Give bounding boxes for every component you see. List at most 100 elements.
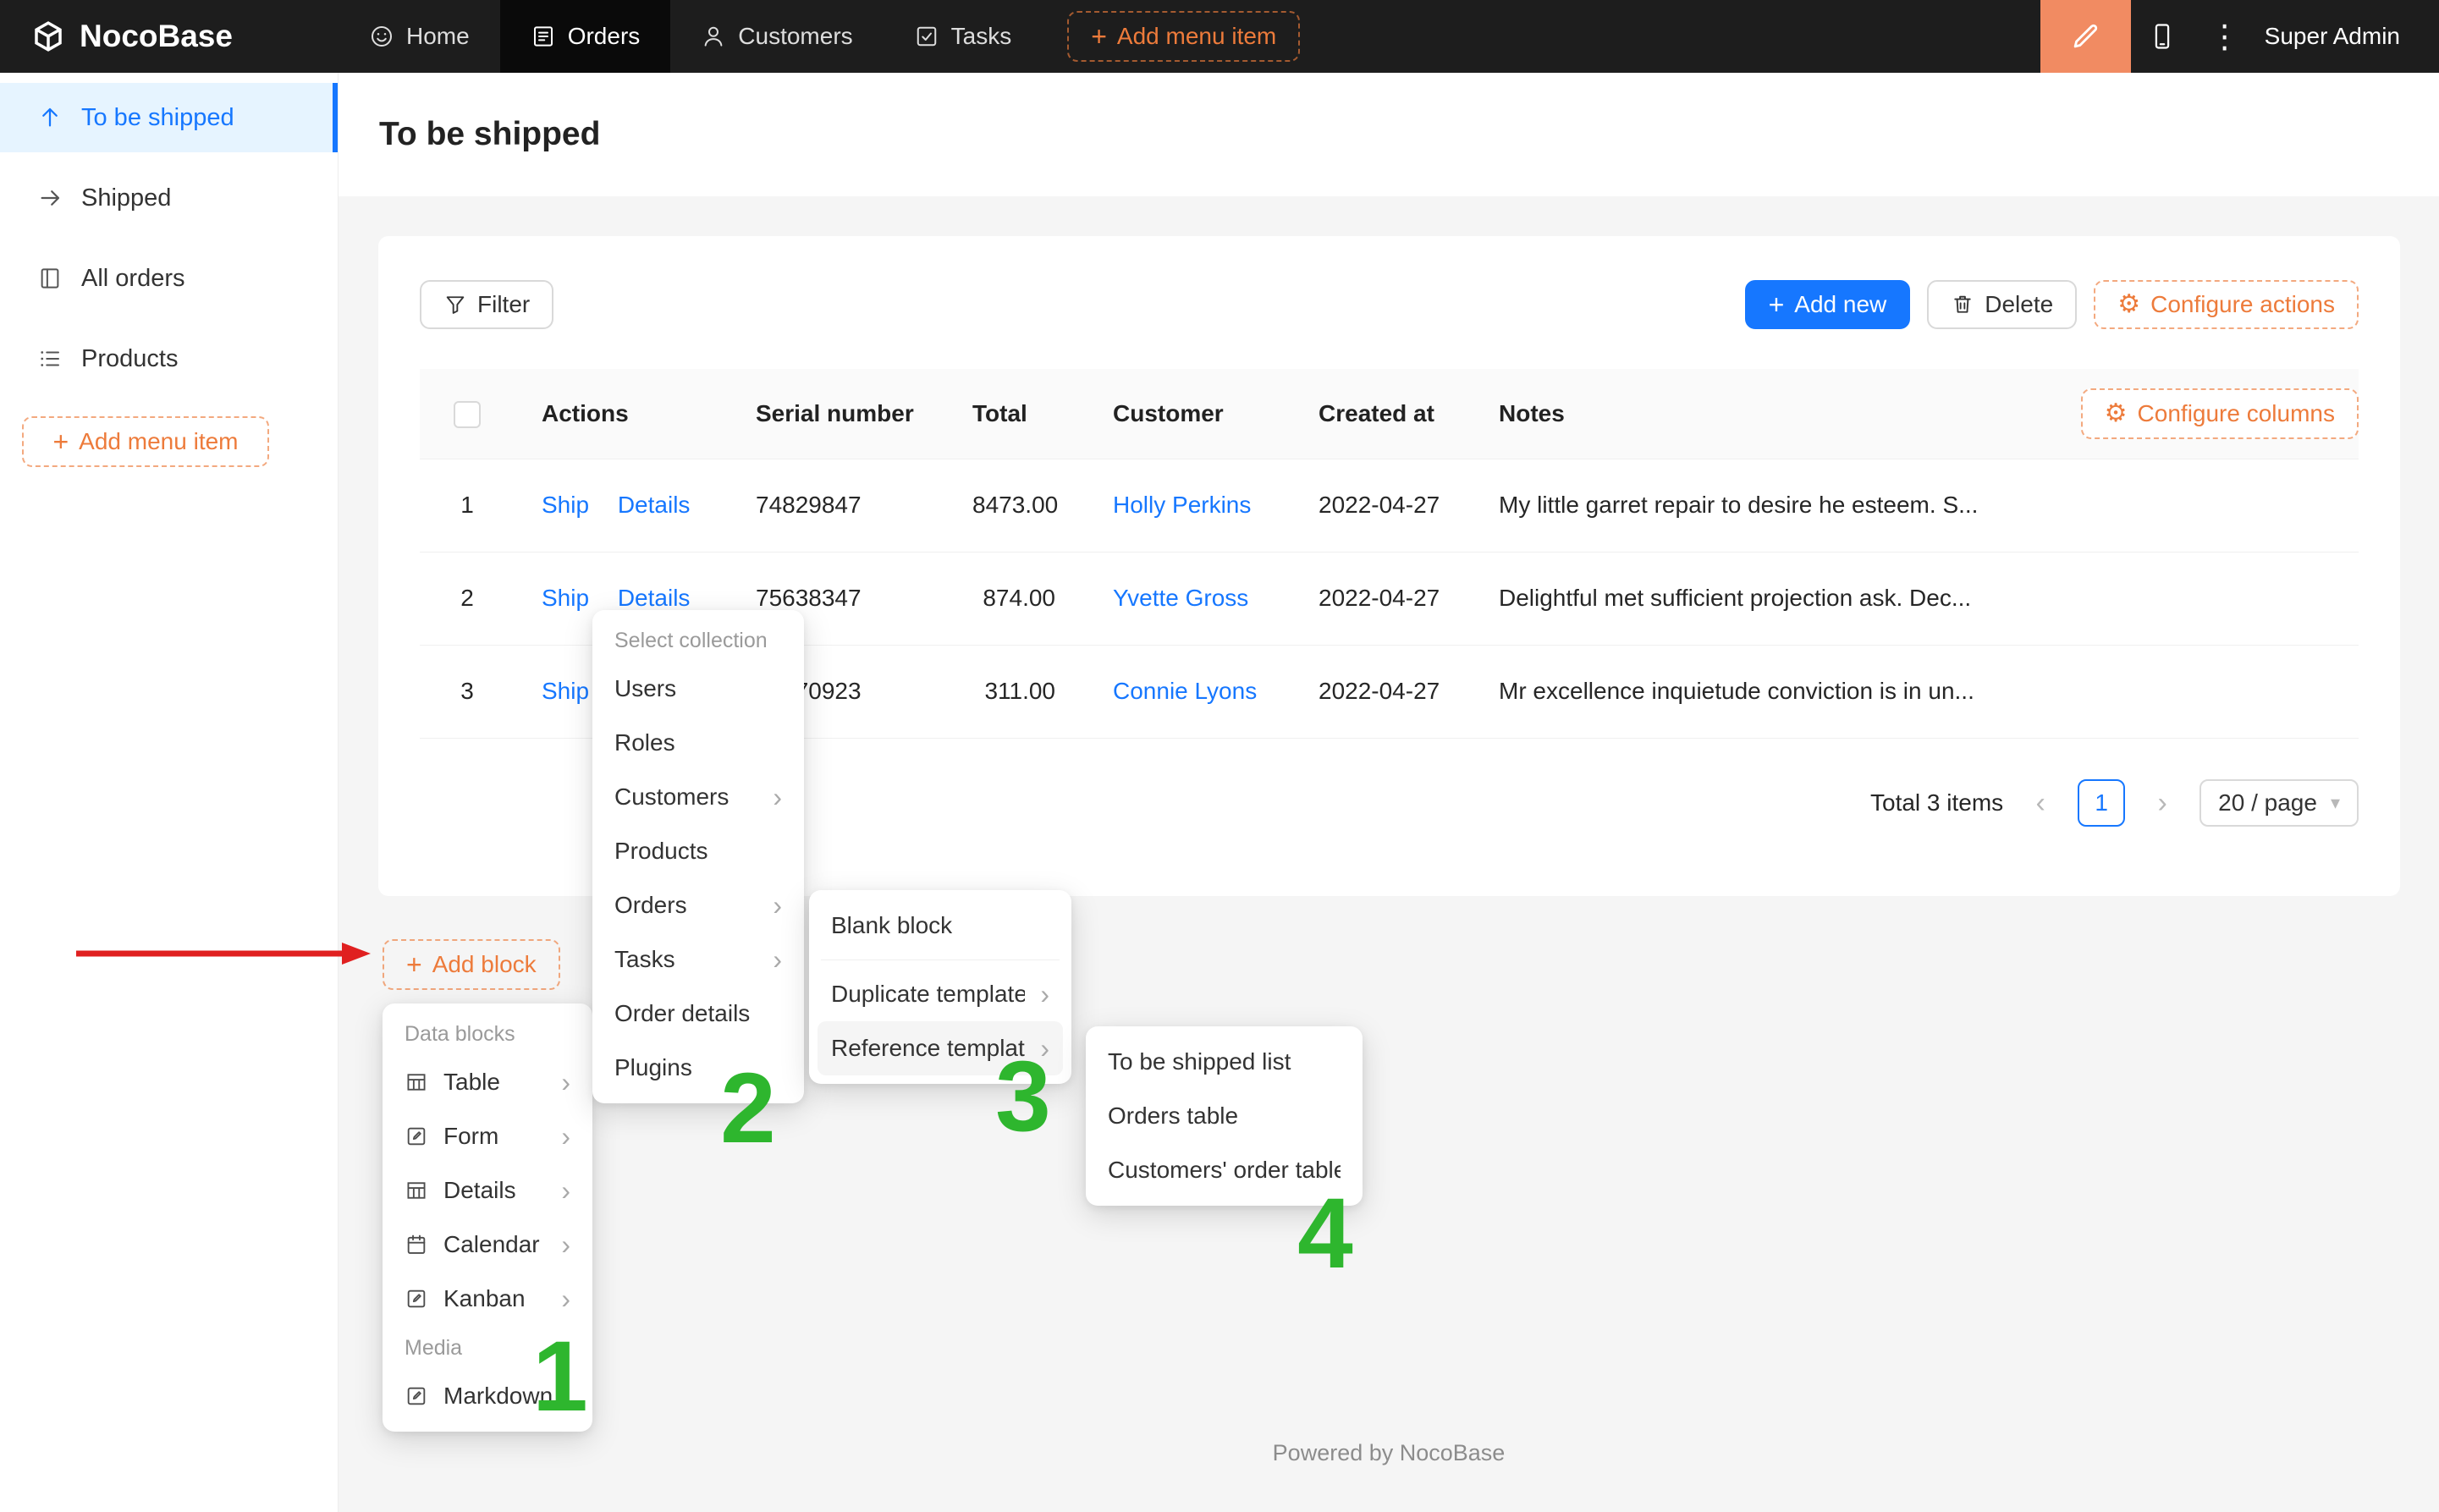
sidebar-add-menu-item-label: Add menu item [79,428,238,455]
header-total: Total [945,369,1086,459]
prev-page-button[interactable]: ‹ [2017,779,2064,827]
chevron-right-icon: › [773,946,782,973]
check-square-icon [914,24,939,49]
topbar-add-menu-item-button[interactable]: + Add menu item [1067,11,1300,62]
menu-group-data-blocks: Data blocks [391,1012,584,1055]
customer-link[interactable]: Connie Lyons [1113,678,1257,704]
menu-item-kanban[interactable]: Kanban › [391,1272,584,1326]
nav-item-customers[interactable]: Customers [670,0,883,73]
more-actions-button[interactable]: ⋮ [2194,0,2256,73]
current-page-button[interactable]: 1 [2078,779,2125,827]
sidebar-label-to-be-shipped: To be shipped [81,104,234,132]
chevron-right-icon: › [773,783,782,811]
menu-item-blank-block[interactable]: Blank block [818,899,1063,953]
filter-button[interactable]: Filter [420,280,553,329]
nav-label-customers: Customers [738,23,852,50]
filter-icon [443,293,467,316]
sidebar-add-menu-item-button[interactable]: + Add menu item [22,416,269,467]
menu-item-table[interactable]: Table › [391,1055,584,1109]
page-size-select[interactable]: 20 / page ▾ [2200,779,2359,827]
cell-created-at: 2022-04-27 [1291,459,1472,552]
table-header-row: Actions Serial number Total Customer Cre… [420,369,2359,459]
menu-item-form[interactable]: Form › [391,1109,584,1163]
toolbar-right: + Add new Delete ⚙ Configure actions [1745,280,2359,329]
select-collection-menu: Select collection Users Roles Customers … [592,610,804,1103]
logo[interactable]: NocoBase [0,19,339,54]
footer-text: Powered by NocoBase [339,1440,2439,1466]
arrow-right-icon [37,185,63,211]
chevron-right-icon: › [561,1231,570,1258]
cell-created-at: 2022-04-27 [1291,645,1472,738]
menu-item-order-details[interactable]: Order details [601,987,796,1041]
sidebar-item-all-orders[interactable]: All orders [0,244,338,313]
topbar-add-menu-item-label: Add menu item [1117,23,1276,50]
menu-item-orders-table[interactable]: Orders table [1094,1089,1354,1143]
nav-label-tasks: Tasks [951,23,1012,50]
table-icon [405,1070,428,1094]
ui-editor-button[interactable] [2040,0,2131,73]
menu-item-to-be-shipped-list[interactable]: To be shipped list [1094,1035,1354,1089]
sidebar: To be shipped Shipped All orders Product… [0,73,339,1512]
sidebar-label-shipped: Shipped [81,184,171,212]
customer-link[interactable]: Yvette Gross [1113,585,1248,611]
menu-item-products[interactable]: Products [601,824,796,878]
sidebar-item-shipped[interactable]: Shipped [0,163,338,233]
nav-label-home: Home [406,23,470,50]
add-new-button[interactable]: + Add new [1745,280,1911,329]
pagination-total: Total 3 items [1870,789,2003,816]
vertical-dots-icon: ⋮ [2209,18,2241,56]
highlighter-icon [2069,20,2101,52]
cell-total: 311.00 [945,645,1086,738]
logo-cube-icon [30,19,66,54]
menu-item-tasks[interactable]: Tasks › [601,932,796,987]
arrow-up-icon [37,105,63,130]
ship-action-link[interactable]: Ship [542,678,589,704]
page-header: To be shipped [339,73,2439,196]
chevron-right-icon: › [773,892,782,919]
details-action-link[interactable]: Details [618,585,691,611]
edit-square-icon [405,1287,428,1311]
add-block-button[interactable]: + Add block [383,939,560,990]
nav-item-orders[interactable]: Orders [500,0,671,73]
ship-action-link[interactable]: Ship [542,492,589,518]
menu-item-roles[interactable]: Roles [601,716,796,770]
caret-down-icon: ▾ [2331,792,2340,814]
nocobase-app: NocoBase Home Orders Customers Tasks + A… [0,0,2439,1512]
configure-actions-button[interactable]: ⚙ Configure actions [2094,280,2359,329]
menu-item-details[interactable]: Details › [391,1163,584,1218]
annotation-step-2: 2 [720,1058,776,1158]
list-icon [37,346,63,371]
page-size-value: 20 / page [2218,789,2317,816]
menu-item-orders[interactable]: Orders › [601,878,796,932]
user-menu[interactable]: Super Admin [2265,23,2400,50]
add-new-label: Add new [1794,291,1886,318]
logo-text: NocoBase [80,19,233,54]
configure-columns-button[interactable]: ⚙ Configure columns [2081,388,2359,439]
pagination: Total 3 items ‹ 1 › 20 / page ▾ [1870,779,2359,827]
chevron-right-icon: › [561,1123,570,1150]
top-nav: Home Orders Customers Tasks [339,0,1042,73]
configure-actions-label: Configure actions [2150,291,2335,318]
ship-action-link[interactable]: Ship [542,585,589,611]
cell-total: 8473.00 [945,459,1086,552]
gear-icon: ⚙ [2117,292,2140,317]
next-page-button[interactable]: › [2139,779,2186,827]
sidebar-item-to-be-shipped[interactable]: To be shipped [0,83,338,152]
plus-icon: + [1091,23,1107,50]
menu-item-duplicate-template[interactable]: Duplicate template › [818,967,1063,1021]
menu-item-calendar[interactable]: Calendar › [391,1218,584,1272]
delete-button[interactable]: Delete [1927,280,2077,329]
menu-item-users[interactable]: Users [601,662,796,716]
mobile-preview-button[interactable] [2131,0,2194,73]
menu-item-customers[interactable]: Customers › [601,770,796,824]
calendar-icon [405,1233,428,1256]
sidebar-item-products[interactable]: Products [0,324,338,393]
nav-item-tasks[interactable]: Tasks [884,0,1043,73]
header-actions: Actions [515,369,729,459]
details-action-link[interactable]: Details [618,492,691,518]
nav-item-home[interactable]: Home [339,0,500,73]
select-all-checkbox[interactable] [454,401,481,428]
customer-link[interactable]: Holly Perkins [1113,492,1251,518]
annotation-red-arrow [74,935,372,976]
annotation-step-1: 1 [532,1327,588,1427]
